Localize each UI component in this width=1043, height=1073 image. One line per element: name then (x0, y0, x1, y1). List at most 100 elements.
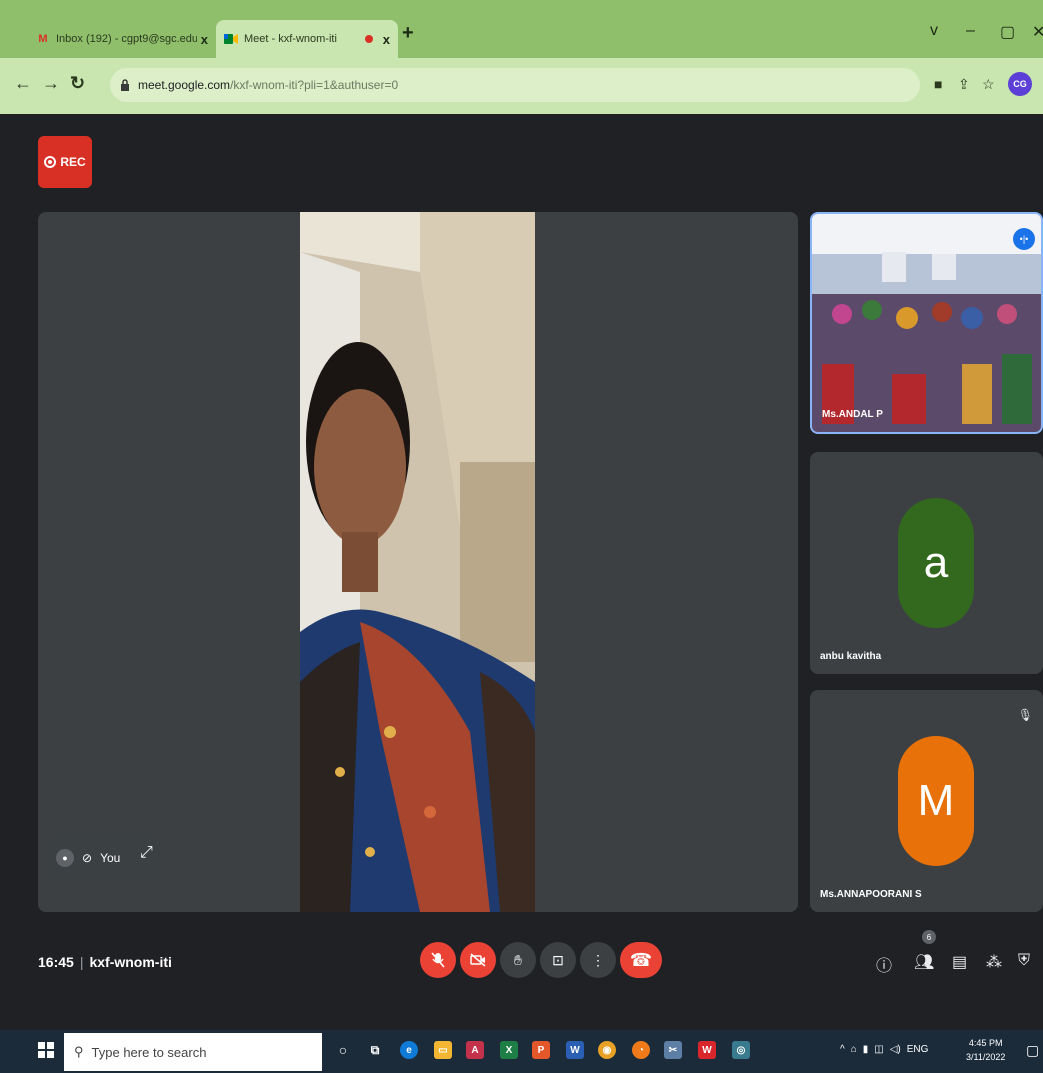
edge-icon[interactable]: e (400, 1041, 418, 1059)
browser-toolbar: ← → ↻ meet.google.com/kxf-wnom-iti?pli=1… (0, 58, 1043, 114)
taskbar-clock[interactable]: 4:45 PM 3/11/2022 (966, 1036, 1005, 1064)
activities-icon: ⁂ (986, 954, 1002, 971)
taskbar-search-input[interactable]: ⚲ Type here to search (64, 1033, 322, 1071)
new-tab-button[interactable]: + (402, 22, 414, 45)
people-button[interactable]: 👥︎ (914, 952, 934, 972)
gmail-icon: M (38, 33, 48, 45)
camera-toggle-button[interactable] (460, 942, 496, 978)
meeting-details-button[interactable]: ⓘ (876, 952, 892, 976)
rec-label: REC (60, 155, 86, 169)
people-count-badge: 6 (922, 930, 936, 944)
recording-indicator-icon (364, 35, 373, 43)
chrome-icon[interactable]: ◉ (598, 1041, 616, 1059)
windows-taskbar: ⚲ Type here to search ○ ⧉ e ▭ A X P W ◉ … (0, 1030, 1043, 1073)
mic-off-icon (431, 952, 445, 968)
hand-icon: ✋︎ (514, 951, 522, 968)
tab-title: Meet - kxf-wnom-iti (244, 33, 337, 45)
cortana-icon[interactable]: ○ (334, 1041, 352, 1059)
participant-name: Ms.ANDAL P (822, 409, 883, 420)
participant-name: anbu kavitha (820, 651, 882, 662)
participant-video-feed (812, 214, 1041, 432)
share-icon[interactable]: ⇪ (958, 76, 970, 93)
address-bar[interactable]: meet.google.com/kxf-wnom-iti?pli=1&authu… (110, 68, 920, 102)
info-icon: ⓘ (876, 958, 893, 975)
close-tab-icon[interactable]: x (201, 32, 208, 47)
mic-level-icon: ● (56, 849, 74, 867)
recording-badge[interactable]: REC (38, 136, 92, 188)
system-tray[interactable]: ^ ⌂ ▮ ◫ ◁) ENG (840, 1044, 928, 1055)
url-host: meet.google.com (138, 78, 231, 92)
present-icon: ⊡ (552, 951, 564, 968)
tab-meet[interactable]: Meet - kxf-wnom-iti x (216, 20, 398, 58)
battery-icon: ▮ (862, 1044, 869, 1055)
close-window-button[interactable]: ✕ (1032, 22, 1043, 42)
word-icon[interactable]: W (566, 1041, 584, 1059)
reload-icon[interactable]: ↻ (70, 73, 85, 94)
camera-video-feed (300, 212, 535, 912)
record-icon (44, 156, 57, 168)
task-view-icon[interactable]: ⧉ (366, 1041, 384, 1059)
search-placeholder: Type here to search (91, 1044, 207, 1060)
shield-icon: ⛨ (1018, 952, 1031, 969)
restore-button[interactable]: ▢ (1000, 22, 1015, 42)
wps-office-icon[interactable]: W (698, 1041, 716, 1059)
wifi-icon: ◫ (874, 1044, 884, 1055)
leave-call-button[interactable]: ☎︎ (620, 942, 662, 978)
browser-tab-strip: M Inbox (192) - cgpt9@sgc.edu - x Meet -… (0, 0, 1043, 58)
more-options-button[interactable]: ⋮ (580, 942, 616, 978)
tray-chevron-icon: ^ (840, 1044, 845, 1055)
close-tab-icon[interactable]: x (383, 32, 390, 47)
profile-avatar[interactable]: CG (1008, 72, 1032, 96)
tab-title: Inbox (192) - cgpt9@sgc.edu - (56, 33, 197, 45)
url-path: /kxf-wnom-iti?pli=1&authuser=0 (230, 78, 399, 92)
mic-off-icon: 🎙︎ (1017, 708, 1033, 722)
tab-search-dropdown-icon[interactable]: v (930, 22, 938, 40)
firefox-icon[interactable]: ◔ (632, 1041, 650, 1059)
more-vert-icon: ⋮ (591, 951, 605, 968)
language-indicator: ENG (906, 1044, 929, 1055)
camera-off-icon (470, 953, 486, 967)
bookmark-star-icon[interactable]: ☆ (982, 76, 995, 93)
meeting-code: kxf-wnom-iti (89, 954, 172, 970)
camera-in-use-icon[interactable]: ■ (934, 76, 942, 92)
mic-toggle-button[interactable] (420, 942, 456, 978)
notification-icon[interactable]: ▢ (1026, 1042, 1039, 1059)
host-controls-button[interactable]: ⛨ (1018, 952, 1030, 970)
windows-start-icon[interactable] (38, 1042, 54, 1058)
meet-stage: REC ● ⊘ You ⤢ •|• Ms.ANDAL P a anbu kavi… (0, 114, 1043, 1020)
meeting-time: 16:45 (38, 954, 74, 970)
forward-icon[interactable]: → (42, 73, 60, 94)
self-video-tile[interactable]: ● ⊘ You ⤢ (38, 212, 798, 912)
participant-avatar: a (898, 498, 974, 628)
access-icon[interactable]: A (466, 1041, 484, 1059)
lock-icon (121, 79, 129, 91)
taskbar-date: 3/11/2022 (966, 1052, 1006, 1062)
excel-icon[interactable]: X (500, 1041, 518, 1059)
camera-off-icon: ⊘ (82, 851, 93, 865)
participant-avatar: M (898, 736, 974, 866)
meet-icon (224, 32, 238, 46)
file-explorer-icon[interactable]: ▭ (434, 1041, 452, 1059)
participant-tile-anbu[interactable]: a anbu kavitha (810, 452, 1043, 674)
powerpoint-icon[interactable]: P (532, 1041, 550, 1059)
network-icon: ⌂ (850, 1044, 857, 1055)
expand-icon[interactable]: ⤢ (140, 844, 153, 862)
participant-tile-annapoorani[interactable]: 🎙︎ M Ms.ANNAPOORANI S (810, 690, 1043, 912)
chat-icon: ▤ (952, 954, 968, 971)
activities-button[interactable]: ⁂ (986, 952, 1002, 972)
speaking-indicator-icon: •|• (1013, 228, 1035, 250)
present-screen-button[interactable]: ⊡ (540, 942, 576, 978)
snipping-tool-icon[interactable]: ✂ (664, 1041, 682, 1059)
self-name: You (100, 851, 121, 865)
search-icon: ⚲ (74, 1044, 84, 1059)
raise-hand-button[interactable]: ✋︎ (500, 942, 536, 978)
chat-button[interactable]: ▤ (952, 952, 967, 972)
chrome-app-icon[interactable]: ◎ (732, 1041, 750, 1059)
volume-icon: ◁) (889, 1044, 901, 1055)
tab-gmail[interactable]: M Inbox (192) - cgpt9@sgc.edu - x (28, 20, 216, 58)
back-icon[interactable]: ← (14, 73, 32, 94)
hang-up-icon: ☎︎ (629, 949, 653, 970)
people-icon: 👥︎ (914, 954, 935, 971)
minimize-button[interactable]: – (966, 22, 975, 40)
participant-tile-andal[interactable]: •|• Ms.ANDAL P (810, 212, 1043, 434)
